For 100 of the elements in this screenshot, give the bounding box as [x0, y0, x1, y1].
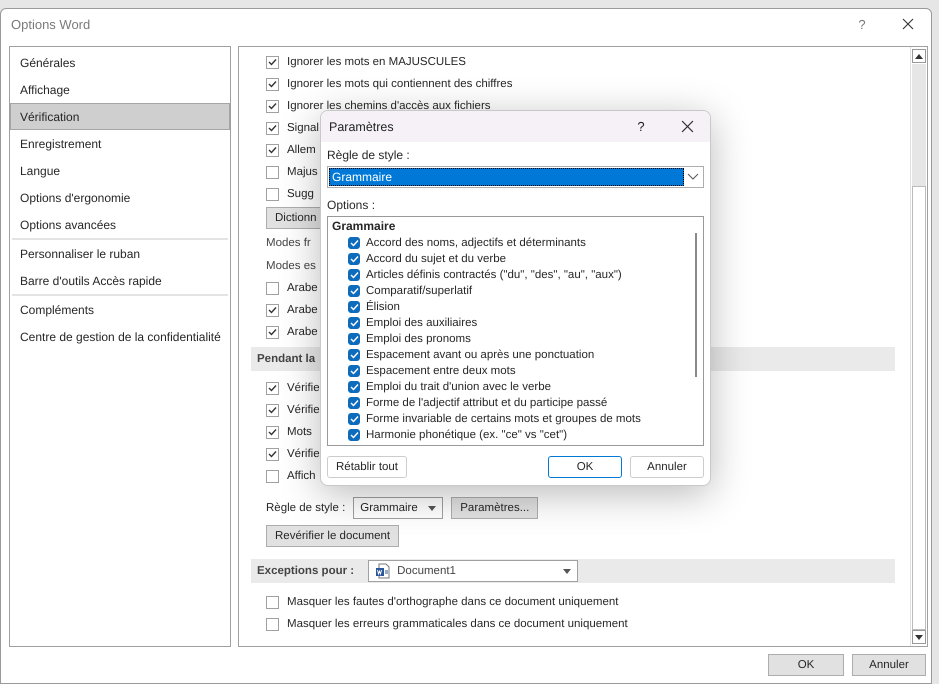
option-label: Arabe [287, 326, 318, 338]
option-label: Emploi des pronoms [366, 333, 471, 345]
checkbox[interactable] [266, 382, 279, 394]
dialog-button[interactable]: OK [768, 654, 844, 676]
option-label: Comparatif/superlatif [366, 285, 472, 297]
window-title: Options Word [11, 16, 92, 32]
cancel-button[interactable]: Annuler [630, 456, 704, 478]
dialog-button[interactable]: Annuler [852, 654, 926, 676]
checkbox[interactable] [266, 282, 279, 294]
checkbox[interactable] [266, 304, 279, 316]
sidebar-item[interactable]: Options d'ergonomie [10, 184, 230, 211]
help-button[interactable]: ? [618, 119, 664, 134]
option-label: Mots [287, 426, 312, 438]
scrollbar[interactable] [910, 47, 927, 646]
scroll-up-icon[interactable] [915, 54, 923, 58]
checkbox[interactable] [266, 404, 279, 416]
options-label: Options : [327, 198, 376, 212]
checkbox[interactable] [266, 426, 279, 438]
checkbox[interactable] [348, 381, 360, 393]
caret-icon [563, 568, 572, 574]
checkbox[interactable] [348, 429, 360, 441]
checkbox[interactable] [348, 333, 360, 345]
option-label: Arabe [287, 282, 318, 294]
option-label: Ignorer les mots en MAJUSCULES [287, 56, 466, 68]
option-label: Accord du sujet et du verbe [366, 253, 506, 265]
exceptions-label: Exceptions pour : [257, 565, 354, 577]
checkbox[interactable] [266, 326, 279, 338]
sidebar-item[interactable]: Barre d'outils Accès rapide [10, 267, 230, 294]
checkbox[interactable] [348, 365, 360, 377]
style-rule-dropdown[interactable]: Grammaire [353, 497, 444, 519]
sidebar-item[interactable]: Langue [10, 157, 230, 184]
option-label: Articles définis contractés ("du", "des", "au", "aux") [366, 269, 622, 281]
checkbox[interactable] [348, 301, 360, 313]
option-label: Forme de l'adjectif attribut et du participe passé [366, 397, 608, 409]
dialog-title: Paramètres [329, 120, 395, 134]
checkbox[interactable] [348, 349, 360, 361]
sidebar-item[interactable]: Compléments [10, 296, 230, 323]
ok-button[interactable]: OK [548, 456, 622, 478]
option-label: Élision [366, 301, 400, 313]
checkbox[interactable] [266, 122, 279, 134]
checkbox[interactable] [266, 78, 279, 90]
sidebar-item[interactable]: Enregistrement [10, 130, 230, 157]
close-icon[interactable] [902, 18, 914, 30]
option-label: Sugg [287, 188, 314, 200]
sidebar-item[interactable]: Personnaliser le ruban [10, 240, 230, 267]
checkbox[interactable] [266, 596, 279, 608]
checkbox[interactable] [348, 413, 360, 425]
action-button[interactable]: Revérifier le document [266, 525, 400, 547]
option-label: Affich [287, 470, 316, 482]
sidebar-item[interactable]: Affichage [10, 76, 230, 103]
option-label: Emploi des auxiliaires [366, 317, 478, 329]
option-label: Arabe [287, 304, 318, 316]
group-heading: Grammaire [332, 219, 396, 235]
scroll-down-icon[interactable] [915, 634, 923, 640]
reset-button[interactable]: Rétablir tout [327, 456, 408, 478]
checkbox[interactable] [348, 317, 360, 329]
close-icon[interactable] [680, 120, 694, 133]
checkbox[interactable] [348, 285, 360, 297]
option-label: Masquer les fautes d'orthographe dans ce document uniquement [287, 596, 618, 608]
option-label: Masquer les erreurs grammaticales dans ce document uniquement [287, 618, 628, 630]
option-label: Accord des noms, adjectifs et déterminants [366, 237, 586, 249]
option-label: Signal [287, 122, 319, 134]
checkbox[interactable] [348, 253, 360, 265]
checkbox[interactable] [266, 448, 279, 460]
checkbox[interactable] [266, 618, 279, 630]
checkbox[interactable] [348, 237, 360, 249]
scrollbar[interactable] [695, 233, 697, 377]
mode-label: Modes fr [266, 236, 311, 248]
word-document-icon [375, 563, 392, 579]
option-label: Ignorer les chemins d'accès aux fichiers [287, 100, 491, 112]
option-label: Vérifie [287, 448, 320, 460]
style-rule-label: Règle de style : [327, 148, 411, 162]
checkbox[interactable] [266, 166, 279, 178]
checkbox[interactable] [266, 188, 279, 200]
sidebar-item[interactable]: Options avancées [10, 211, 230, 238]
checkbox[interactable] [266, 100, 279, 112]
option-label: Emploi du trait d'union avec le verbe [366, 381, 552, 393]
option-label: Allem [287, 144, 316, 156]
checkbox[interactable] [266, 470, 279, 482]
option-label: Vérifie [287, 404, 320, 416]
checkbox[interactable] [348, 397, 360, 409]
option-label: Ignorer les mots qui contiennent des chiffres [287, 78, 512, 90]
option-label: Forme invariable de certains mots et groupes de mots [366, 413, 641, 425]
caret-icon [428, 506, 436, 510]
checkbox[interactable] [266, 144, 279, 156]
style-rule-dropdown[interactable]: Grammaire [327, 166, 704, 188]
checkbox[interactable] [266, 56, 279, 68]
scroll-thumb[interactable] [912, 64, 926, 186]
style-rule-label: Règle de style : [266, 502, 346, 514]
settings-button[interactable]: Paramètres... [451, 497, 538, 519]
option-label: Harmonie phonétique (ex. "ce" vs "cet") [366, 429, 568, 441]
document-dropdown[interactable]: Document1 [368, 560, 578, 582]
sidebar-item[interactable]: Vérification [10, 103, 230, 130]
sidebar-item[interactable]: Générales [10, 49, 230, 76]
help-button[interactable]: ? [839, 16, 885, 32]
checkbox[interactable] [348, 269, 360, 281]
option-label: Majus [287, 166, 318, 178]
mode-label: Modes es [266, 260, 316, 272]
option-label: Vérifie [287, 382, 320, 394]
sidebar-item[interactable]: Centre de gestion de la confidentialité [10, 323, 230, 350]
